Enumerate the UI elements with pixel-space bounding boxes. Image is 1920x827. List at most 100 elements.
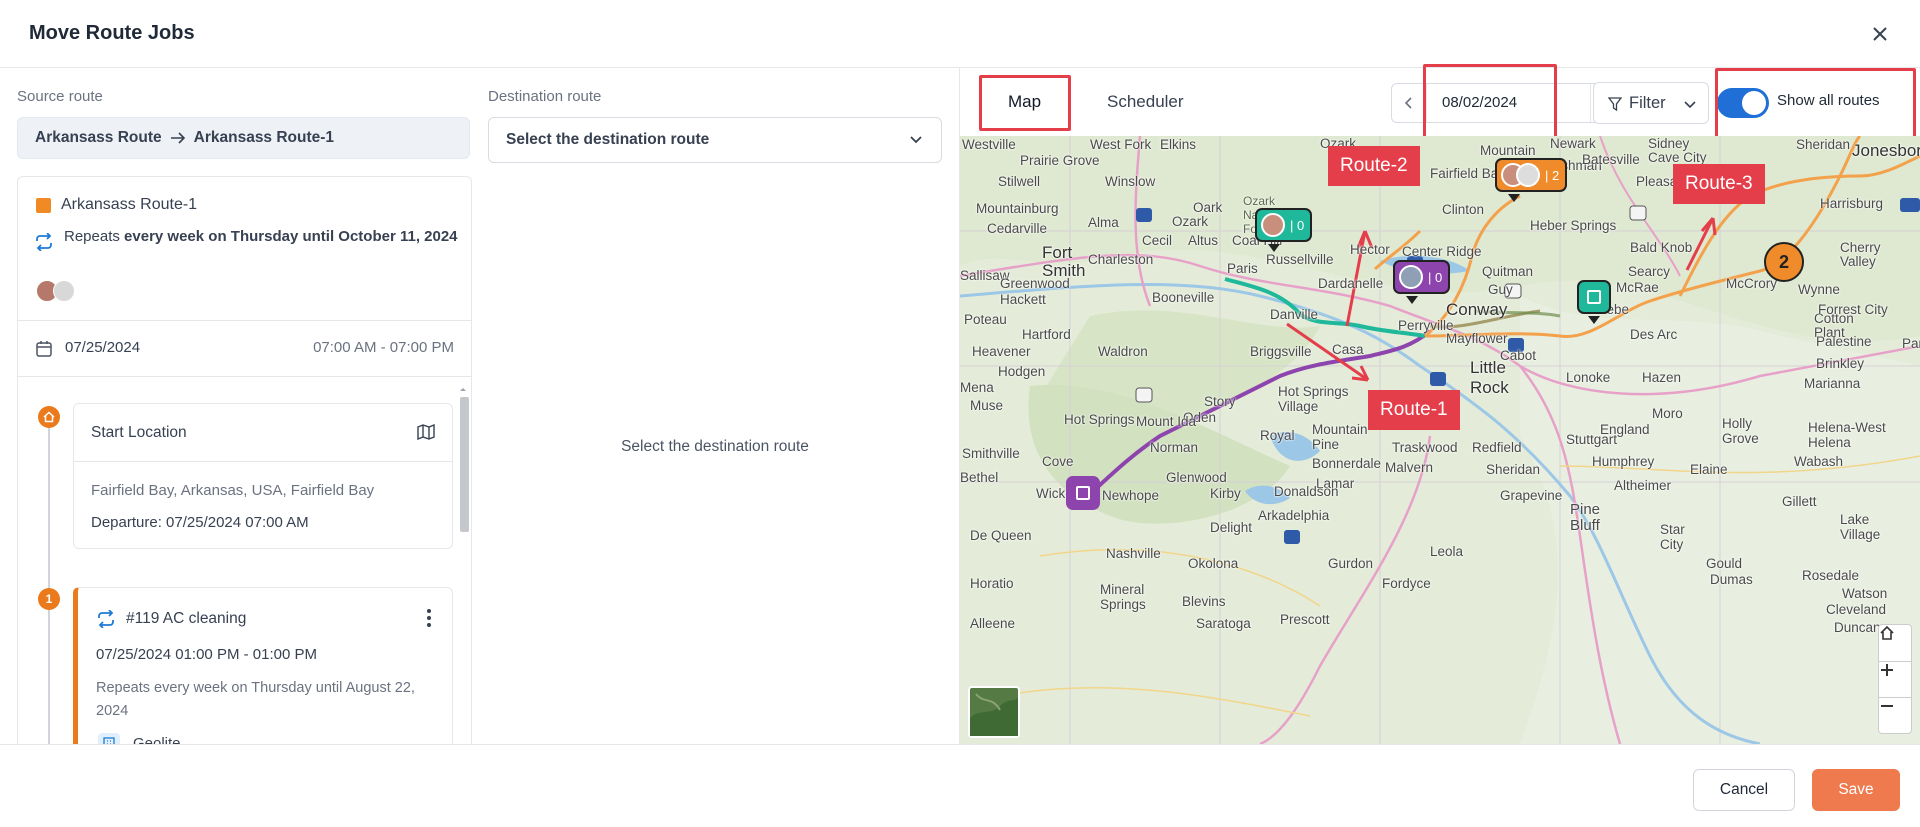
scroll-thumb[interactable] [460,397,469,532]
map-place-label: Newhope [1102,488,1160,503]
map-home-button[interactable] [1879,625,1911,661]
destination-route-select[interactable]: Select the destination route [488,117,942,163]
close-icon [1873,27,1887,41]
marker-pointer [1508,194,1520,202]
source-route-path: Arkansass Route Arkansass Route-1 [17,117,470,159]
map-place-label: Clinton [1442,202,1485,217]
previous-date-button[interactable] [1392,84,1427,122]
repeat-icon [36,233,52,251]
job-card[interactable]: #119 AC cleaning 07/25/2024 01:00 PM - 0… [73,587,453,751]
minus-icon [1881,705,1893,707]
map-place-label: Glenwood [1166,470,1227,485]
map-place-label: Delight [1210,520,1253,535]
route-map[interactable]: Westville West Fork Elkins Mountain Cush… [960,136,1920,744]
route-time-range: 07:00 AM - 07:00 PM [313,339,454,356]
map-place-label: Sidney [1648,136,1690,151]
map-place-label: Rosedale [1802,568,1860,583]
map-place-label: Danville [1270,307,1319,322]
map-place-label: Alleene [970,616,1016,631]
start-departure: Departure: 07/25/2024 07:00 AM [91,514,309,531]
map-place-label: Elaine [1690,462,1728,477]
map-place-label: Parkin [1902,336,1920,351]
map-place-label: Nashville [1106,546,1161,561]
repeat-prefix: Repeats [64,228,125,245]
save-button[interactable]: Save [1812,769,1900,811]
toggle-highlight [1715,68,1916,140]
kebab-menu-icon[interactable] [422,608,436,628]
map-place-label: Marianna [1804,376,1861,391]
chevron-left-icon [1404,97,1412,109]
map-place-label: Smithville [962,446,1020,461]
zoom-in-button[interactable] [1879,661,1911,697]
arrow-right-icon [170,132,185,144]
close-button[interactable] [1866,20,1894,48]
route-header: Arkansass Route-1 Repeats every week on … [18,177,471,321]
map-place-label: Sheridan [1486,462,1541,477]
scrollbar[interactable] [456,385,470,751]
chevron-down-icon [1684,101,1696,109]
zoom-out-button[interactable] [1879,697,1911,733]
map-place-label: Greenwood [1000,276,1070,291]
map-place-label: Hodgen [998,364,1046,379]
route-marker-purple[interactable]: | 0 [1393,260,1451,294]
map-place-label: Cove [1042,454,1074,469]
tab-scheduler[interactable]: Scheduler [1107,92,1184,112]
map-place-label: Mountain [1480,143,1536,158]
map-place-label: Lake Village [1840,512,1881,542]
route-start-marker-purple[interactable] [1066,476,1100,510]
satellite-map-icon [970,693,1018,736]
map-place-label: Gurdon [1328,556,1374,571]
assignee-avatars [36,280,75,302]
route-end-marker-green[interactable] [1577,280,1611,314]
route-marker-orange[interactable]: | 2 [1495,158,1568,192]
map-place-label: Cecil [1142,233,1173,248]
source-from: Arkansass Route [35,129,162,146]
map-icon[interactable] [417,424,435,440]
home-icon [38,406,60,428]
satellite-view-toggle[interactable] [968,686,1020,738]
map-place-label: Humphrey [1592,454,1655,469]
map-place-label: Harrisburg [1820,196,1884,211]
route-1-callout: Route-1 [1368,390,1460,430]
route-name: Arkansass Route-1 [61,196,198,213]
repeat-icon [98,610,114,628]
map-place-label: Bonnerdale [1312,456,1382,471]
map-place-label: Mount Ida [1136,414,1197,429]
map-place-label: Batesville [1582,152,1640,167]
map-place-label: Gillett [1782,494,1817,509]
marker-pointer [1268,244,1280,252]
route-marker-green[interactable]: | 0 [1255,208,1313,242]
divider [74,461,452,462]
map-place-label: Hartford [1022,327,1071,342]
map-place-label: Brinkley [1816,356,1865,371]
map-place-label: Des Arc [1630,327,1678,342]
route-date-row: 07/25/2024 07:00 AM - 07:00 PM [18,321,471,377]
avatar [1399,265,1423,289]
scroll-up-icon[interactable] [456,385,470,393]
map-place-label: Searcy [1628,264,1671,279]
cancel-button[interactable]: Cancel [1693,769,1795,811]
map-place-label: Mountain Pine [1312,422,1368,452]
map-place-label: Quitman [1482,264,1534,279]
map-place-label: Sheridan [1796,137,1851,152]
calendar-icon [36,341,52,357]
move-route-jobs-modal: Move Route Jobs Source route Arkansass R… [0,0,1920,827]
map-tab-highlight [979,75,1071,131]
map-place-label: Paris [1227,261,1258,276]
map-place-label: Fairfield Bay [1430,166,1506,181]
map-place-label: Hackett [1000,292,1046,307]
map-place-label: Altheimer [1614,478,1672,493]
map-place-label: West Fork [1090,137,1152,152]
map-place-label: Hector [1350,242,1390,257]
route-stop-pin[interactable]: 2 [1764,242,1804,282]
map-place-label: Poteau [964,312,1007,327]
map-place-label: Norman [1150,440,1199,455]
map-place-label: Bethel [960,470,999,485]
map-place-label: Fordyce [1382,576,1431,591]
map-place-label: Forrest City [1818,302,1888,317]
filter-button[interactable]: Filter [1593,82,1709,124]
map-place-label: Holly Grove [1722,416,1759,446]
modal-footer: Cancel Save [0,744,1920,827]
map-place-label: Casa [1332,342,1364,357]
map-place-label: Hazen [1642,370,1682,385]
